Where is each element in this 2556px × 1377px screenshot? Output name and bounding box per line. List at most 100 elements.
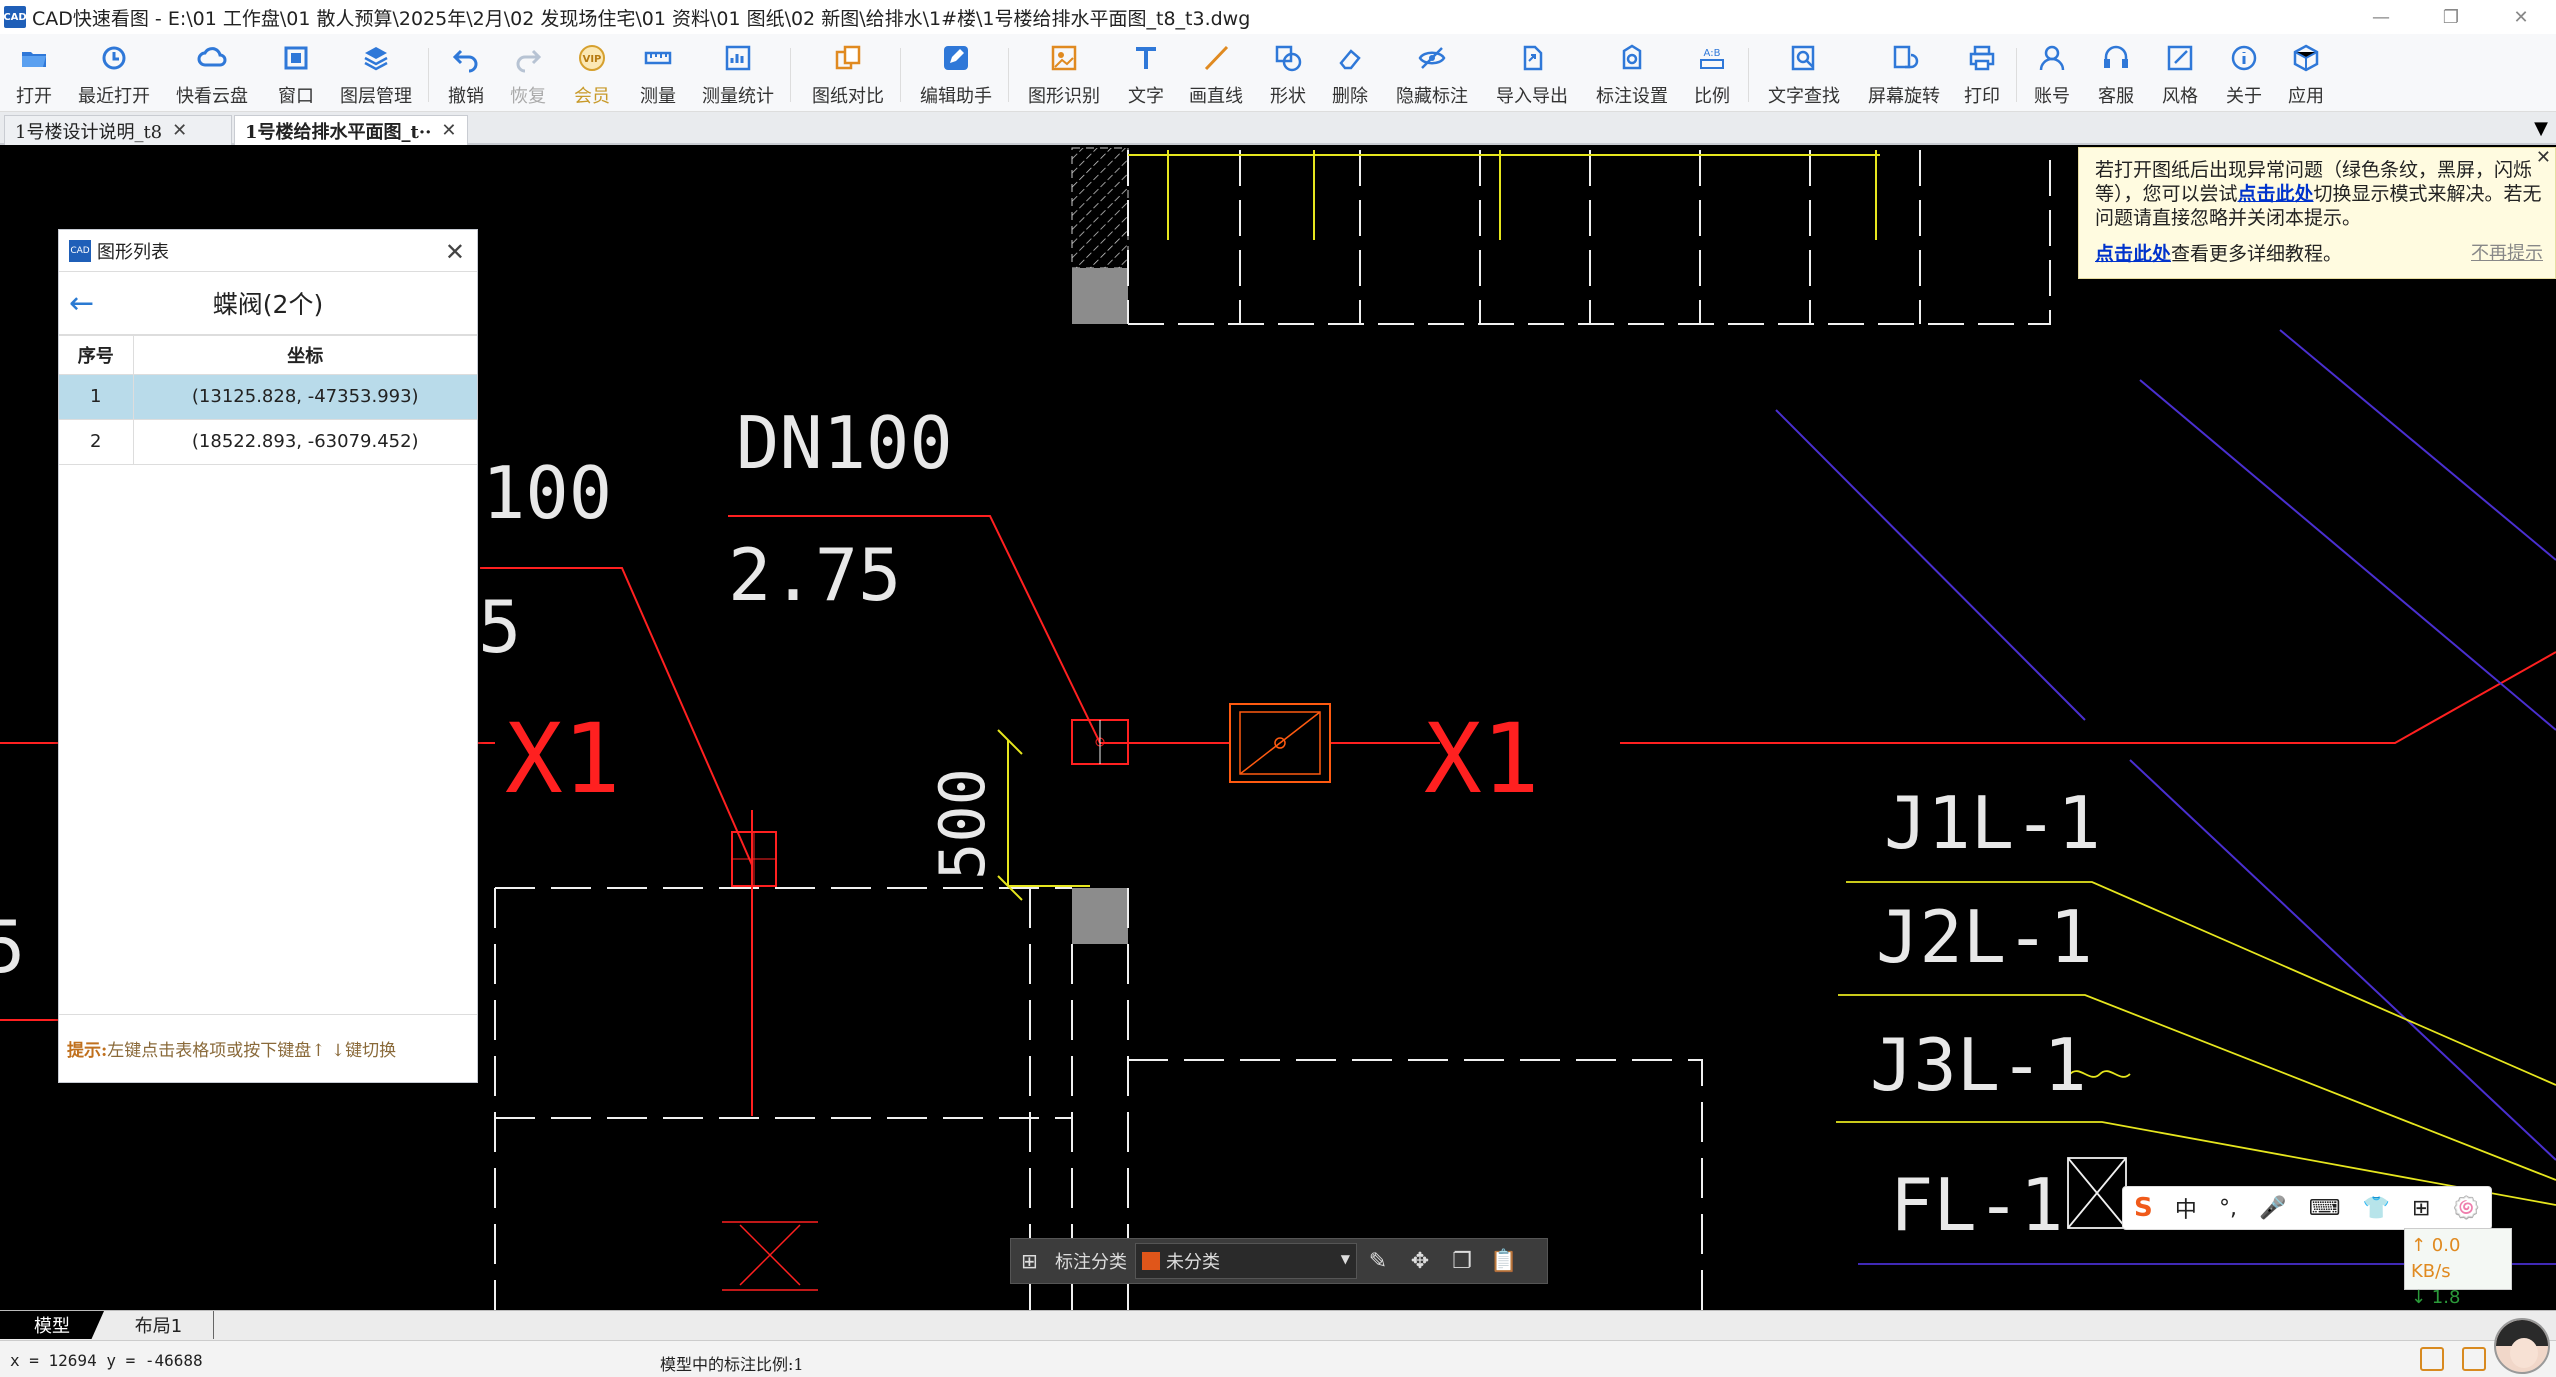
ime-mascot-icon[interactable]: 🍥 [2452, 1196, 2479, 1221]
close-panel-icon[interactable]: ✕ [445, 238, 465, 266]
panel-header: CAD 图形列表 ✕ [59, 230, 477, 272]
style-icon [2162, 40, 2198, 76]
tool-measure-stats[interactable]: 测量统计 [700, 40, 776, 110]
tutorial-link[interactable]: 点击此处 [2095, 243, 2171, 265]
tool-text-search[interactable]: 文字查找 [1766, 40, 1842, 110]
text-search-icon [1786, 40, 1822, 76]
tab-layout1[interactable]: 布局1 [104, 1311, 214, 1339]
tool-vip[interactable]: VIP 会员 [572, 40, 612, 110]
ime-skin-icon[interactable]: 👕 [2362, 1196, 2389, 1221]
upload-speed: ↑ 0.0 KB/s [2411, 1235, 2461, 1282]
tool-scale[interactable]: A:B 比例 [1692, 40, 1732, 110]
annotation-category-select[interactable]: 未分类 ▼ [1135, 1243, 1357, 1279]
paste-icon[interactable]: 📋 [1483, 1249, 1525, 1274]
tool-layers[interactable]: 图层管理 [338, 40, 414, 110]
ime-toolbar: S 中 °, 🎤 ⌨ 👕 ⊞ 🍥 [2122, 1186, 2492, 1230]
tool-text[interactable]: 文字 [1126, 40, 1166, 110]
label-5: 5 [478, 585, 521, 669]
close-notice-icon[interactable]: ✕ [2536, 146, 2551, 170]
assistant-avatar[interactable] [2494, 1318, 2550, 1374]
ime-voice-icon[interactable]: 🎤 [2259, 1196, 2286, 1221]
copy-icon[interactable]: ❐ [1441, 1249, 1483, 1274]
tool-draw-line[interactable]: 画直线 [1188, 40, 1244, 110]
tool-open[interactable]: 打开 [12, 40, 56, 110]
tool-measure[interactable]: 测量 [638, 40, 678, 110]
shape-recognize-icon [1046, 40, 1082, 76]
table-row[interactable]: 1 (13125.828, -47353.993) [59, 374, 477, 420]
rotate-icon [1886, 40, 1922, 76]
user-icon [2034, 40, 2070, 76]
annotation-scale: 模型中的标注比例:1 [660, 1355, 804, 1374]
status-edit-icon[interactable] [2462, 1347, 2486, 1371]
maximize-button[interactable]: ❐ [2416, 0, 2486, 34]
tab-plumbing-plan[interactable]: 1号楼给排水平面图_t·· ✕ [234, 115, 468, 145]
label-j1l-1: J1L-1 [1884, 781, 2101, 865]
tab-model[interactable]: 模型 [0, 1311, 104, 1339]
status-bar: x = 12694 y = -46688 模型中的标注比例:1 [0, 1340, 2556, 1377]
undo-icon [448, 40, 484, 76]
line-icon [1198, 40, 1234, 76]
tool-compare[interactable]: 图纸对比 [810, 40, 886, 110]
tool-screen-rotate[interactable]: 屏幕旋转 [1866, 40, 1942, 110]
annotation-category-label: 标注分类 [1055, 1252, 1127, 1273]
label-500: 500 [926, 768, 999, 880]
minimize-button[interactable]: — [2346, 0, 2416, 34]
folder-open-icon [16, 40, 52, 76]
close-tab-icon[interactable]: ✕ [441, 120, 456, 141]
ime-toolbox-icon[interactable]: ⊞ [2412, 1196, 2430, 1221]
tool-window[interactable]: 窗口 [276, 40, 316, 110]
label-j3l-1: J3L-1 [1870, 1023, 2087, 1107]
coordinate-table: 序号 坐标 1 (13125.828, -47353.993) 2 (18522… [59, 336, 477, 465]
tool-edit-assistant[interactable]: 编辑助手 [918, 40, 994, 110]
tool-hide-annotation[interactable]: 隐藏标注 [1394, 40, 1470, 110]
pipe-fitting [1229, 703, 1331, 783]
tool-redo[interactable]: 恢复 [508, 40, 548, 110]
tool-cloud[interactable]: 快看云盘 [174, 40, 250, 110]
hatched-column [1071, 147, 1129, 269]
close-window-button[interactable]: ✕ [2486, 0, 2556, 34]
tab-dropdown-icon[interactable]: ▼ [2534, 118, 2548, 139]
label-100: 100 [482, 451, 612, 535]
move-icon[interactable]: ✥ [1399, 1249, 1441, 1274]
grid-icon[interactable]: ⊞ [1021, 1249, 1047, 1273]
import-export-icon [1514, 40, 1550, 76]
tool-about[interactable]: 关于 [2224, 40, 2264, 110]
ime-punctuation-icon[interactable]: °, [2219, 1196, 2237, 1221]
tool-shape-recognize[interactable]: 图形识别 [1026, 40, 1102, 110]
title-bar: CAD CAD快速看图 - E:\01 工作盘\01 散人预算\2025年\2月… [0, 0, 2556, 34]
sogou-logo-icon[interactable]: S [2134, 1193, 2153, 1223]
tool-annotation-settings[interactable]: 标注设置 [1594, 40, 1670, 110]
tool-import-export[interactable]: 导入导出 [1494, 40, 1570, 110]
tool-undo[interactable]: 撤销 [446, 40, 486, 110]
tool-support[interactable]: 客服 [2096, 40, 2136, 110]
ime-keyboard-icon[interactable]: ⌨ [2309, 1196, 2341, 1221]
switch-display-mode-link[interactable]: 点击此处 [2238, 183, 2314, 205]
edit-icon[interactable]: ✎ [1357, 1249, 1399, 1274]
back-arrow-icon[interactable]: ← [69, 286, 94, 321]
cursor-coordinates: x = 12694 y = -46688 [10, 1351, 203, 1370]
panel-hint: 提示: 左键点击表格项或按下键盘↑ ↓键切换 [59, 1014, 477, 1082]
dont-show-again-link[interactable]: 不再提示 [2471, 242, 2543, 266]
redo-icon [510, 40, 546, 76]
status-note-icon[interactable] [2420, 1347, 2444, 1371]
tool-delete[interactable]: 删除 [1330, 40, 1370, 110]
tool-shape[interactable]: 形状 [1268, 40, 1308, 110]
tool-apps[interactable]: 应用 [2286, 40, 2326, 110]
column-header-coord: 坐标 [133, 336, 477, 375]
hide-eye-icon [1414, 40, 1450, 76]
tool-recent[interactable]: 最近打开 [76, 40, 152, 110]
tab-design-notes[interactable]: 1号楼设计说明_t8 ✕ [4, 115, 232, 145]
tool-print[interactable]: 打印 [1962, 40, 2002, 110]
tool-account[interactable]: 账号 [2032, 40, 2072, 110]
table-row[interactable]: 2 (18522.893, -63079.452) [59, 419, 477, 465]
shape-icon [1270, 40, 1306, 76]
apps-cube-icon [2288, 40, 2324, 76]
svg-text:A:B: A:B [1704, 48, 1721, 59]
chevron-down-icon: ▼ [1340, 1252, 1350, 1266]
tool-style[interactable]: 风格 [2160, 40, 2200, 110]
close-tab-icon[interactable]: ✕ [172, 120, 187, 141]
label-j2l-1: J2L-1 [1876, 895, 2093, 979]
window-title: CAD快速看图 - E:\01 工作盘\01 散人预算\2025年\2月\02 … [32, 7, 1251, 30]
measure-stats-icon [720, 40, 756, 76]
ime-chinese-mode[interactable]: 中 [2175, 1192, 2197, 1224]
